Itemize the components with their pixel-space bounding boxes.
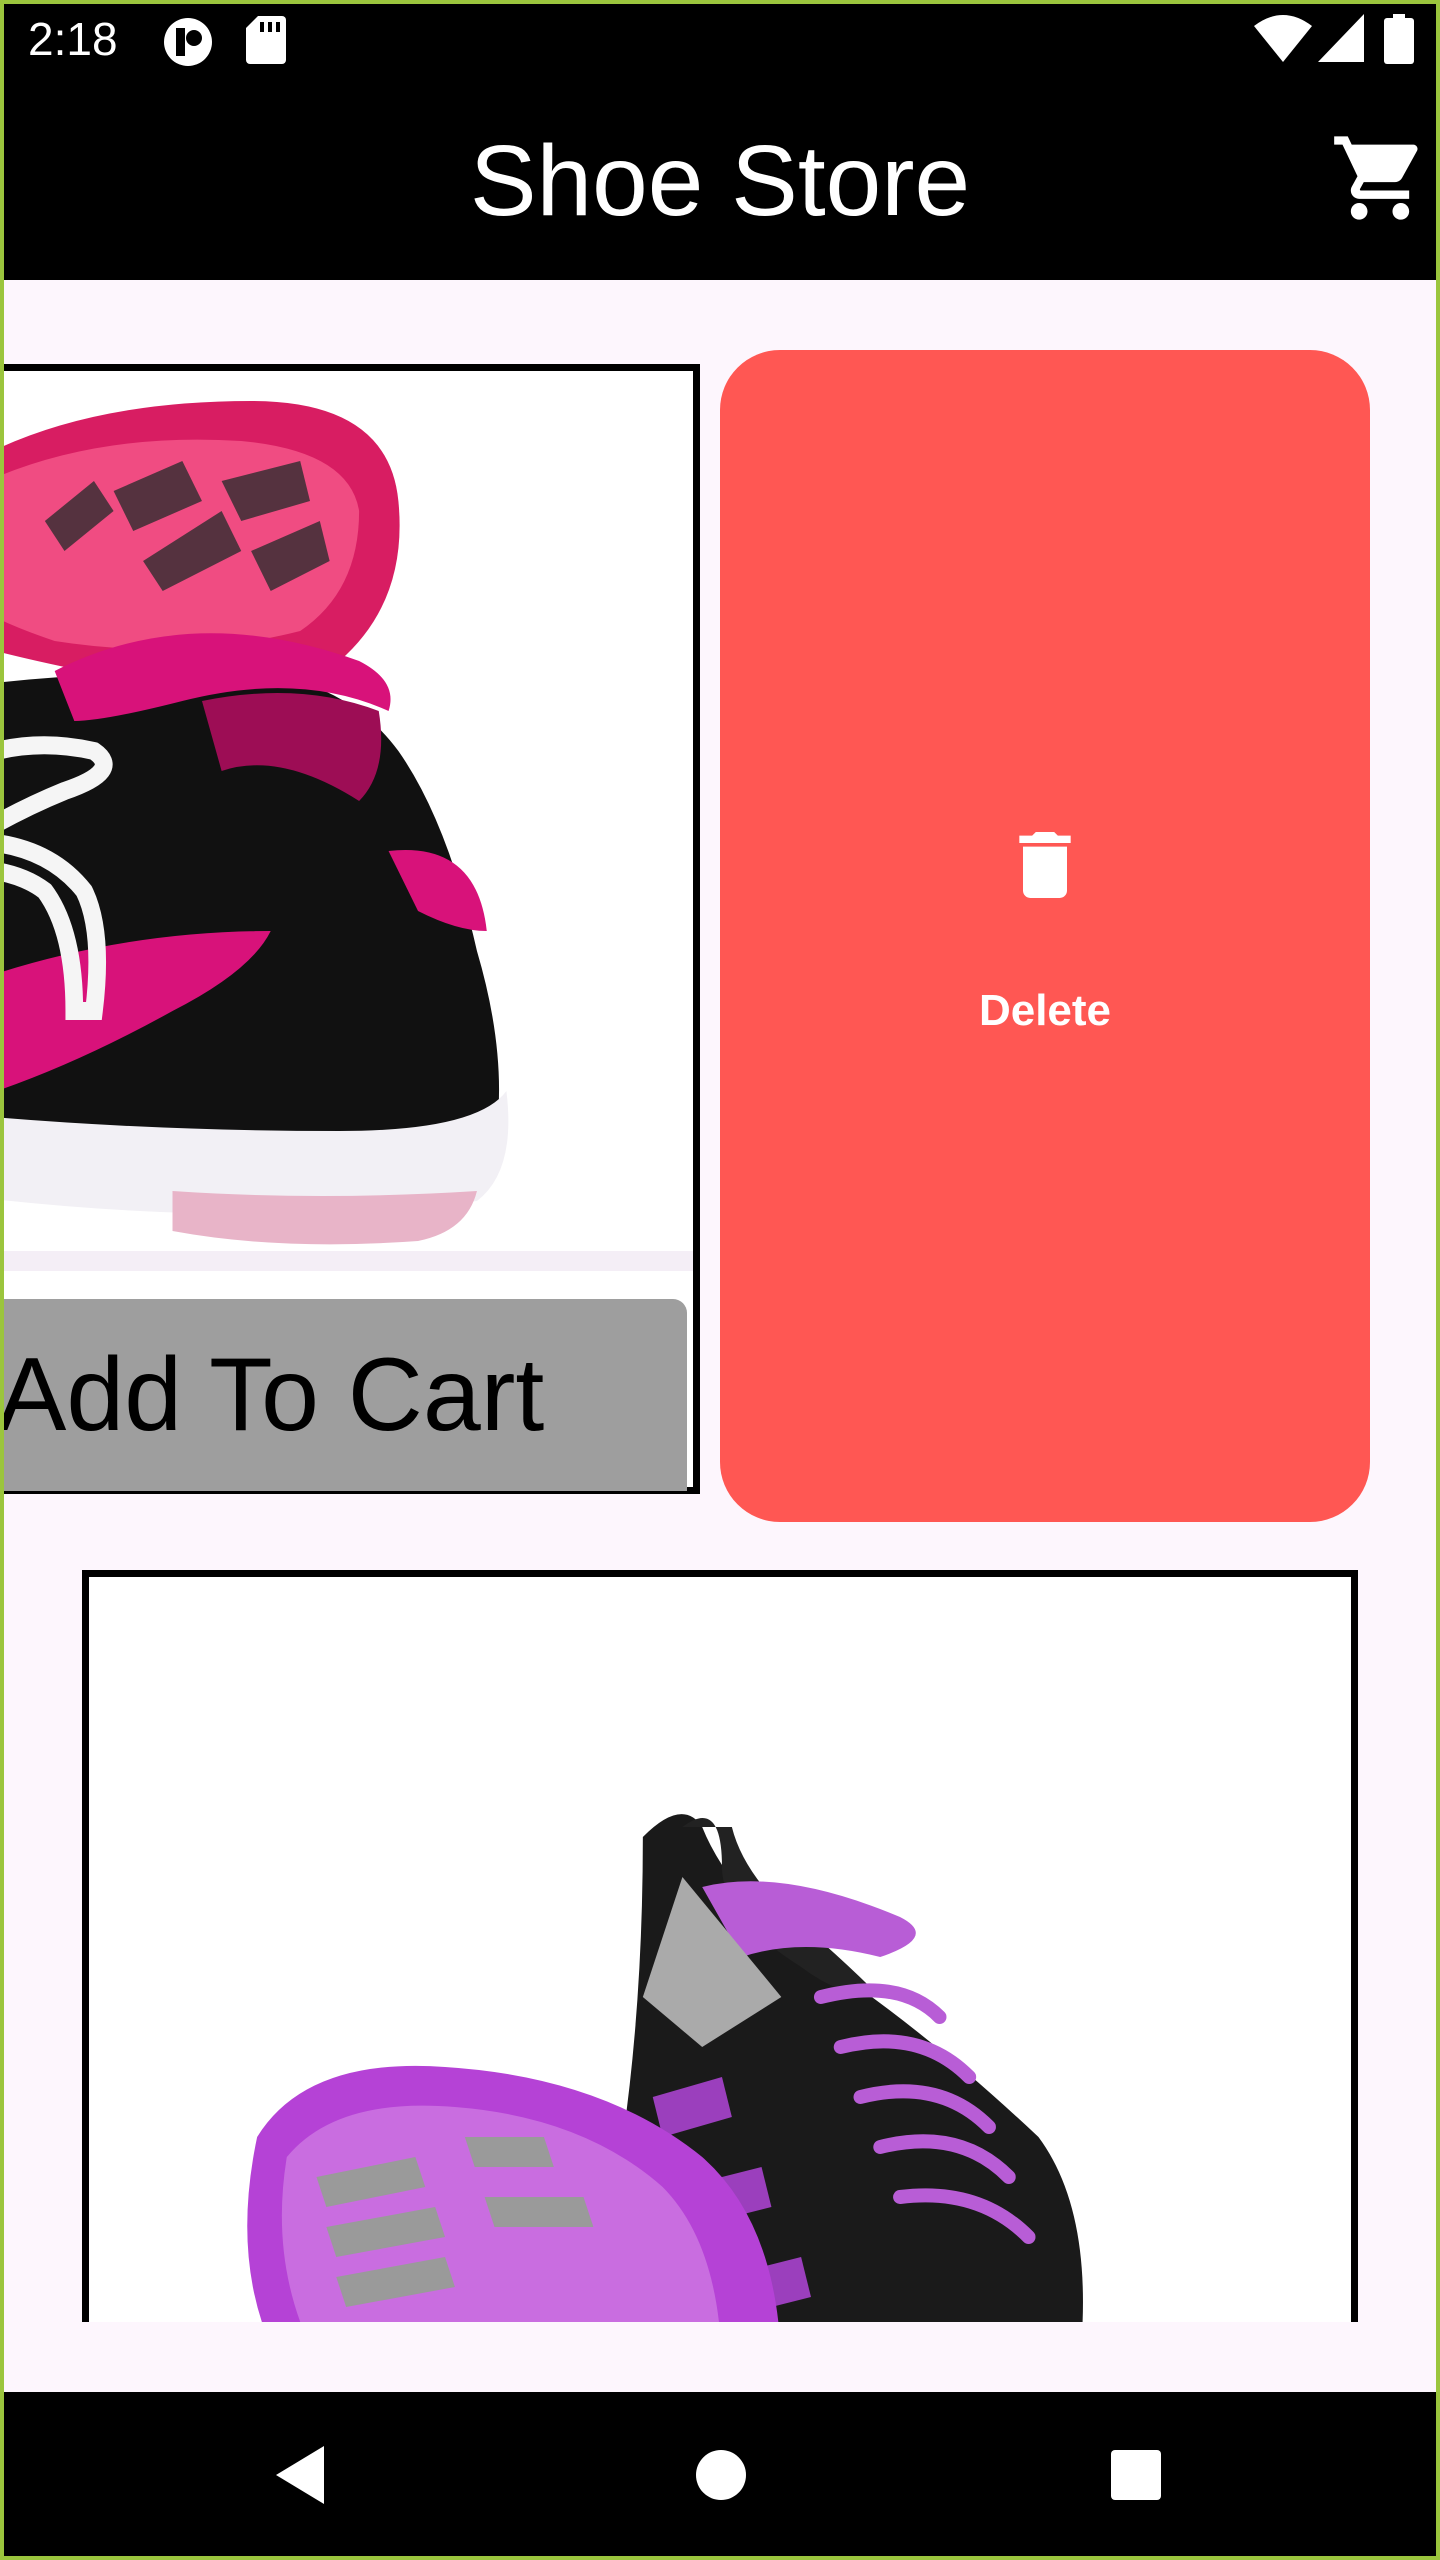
notification-icon xyxy=(164,18,212,66)
delete-action[interactable]: Delete xyxy=(720,350,1370,1522)
sd-card-icon xyxy=(246,16,286,64)
product-image xyxy=(89,1577,1351,2322)
status-time: 2:18 xyxy=(28,13,118,65)
signal-icon xyxy=(1318,14,1364,62)
cart-button[interactable] xyxy=(1330,128,1430,228)
delete-label: Delete xyxy=(978,986,1112,1035)
status-bar: 2:18 xyxy=(0,0,1440,84)
product-card[interactable] xyxy=(82,1570,1358,2322)
add-to-cart-button[interactable]: Add To Cart xyxy=(0,1299,687,1491)
back-icon[interactable] xyxy=(272,2442,332,2508)
product-card[interactable]: Add To Cart xyxy=(0,364,706,1508)
product-image xyxy=(0,371,693,1271)
product-list[interactable]: Add To Cart Delete xyxy=(0,280,1440,2322)
battery-icon xyxy=(1384,14,1414,64)
trash-icon xyxy=(1019,832,1071,898)
page-title: Shoe Store xyxy=(469,125,971,237)
recents-icon[interactable] xyxy=(1108,2442,1164,2508)
wifi-icon xyxy=(1254,15,1312,62)
app-bar: Shoe Store xyxy=(0,84,1440,280)
home-icon[interactable] xyxy=(694,2442,748,2508)
shopping-cart-icon xyxy=(1334,136,1418,220)
navigation-bar xyxy=(0,2392,1440,2560)
